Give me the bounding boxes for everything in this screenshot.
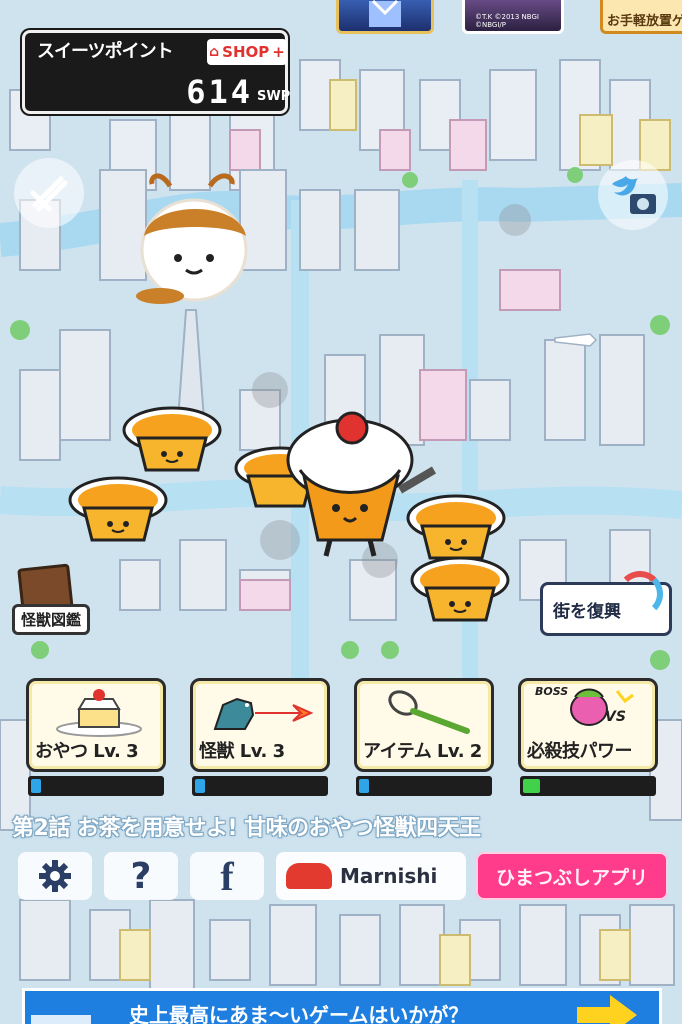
marnishi-logo-icon — [286, 863, 332, 889]
monster-progress-fill — [195, 779, 206, 793]
anime-promo-banner-1[interactable] — [336, 0, 434, 34]
twitter-share-button[interactable] — [598, 160, 668, 230]
help-button[interactable]: ? — [104, 852, 178, 900]
arrow-right-icon — [577, 995, 637, 1024]
facebook-icon: f — [220, 853, 234, 899]
rainbow-icon — [617, 571, 663, 617]
item-progress-bar — [356, 776, 492, 796]
sweets-point-unit: SWP — [257, 89, 291, 104]
himatsubushi-app-button[interactable]: ひまつぶしアプリ — [476, 852, 668, 900]
sweets-point-value: 614 — [186, 73, 253, 111]
monster-level-card[interactable]: 怪獣 Lv. 3 — [190, 678, 330, 772]
vs-tag: VS — [605, 709, 626, 725]
whisk-icon — [388, 690, 470, 734]
item-level-label: アイテム Lv. 2 — [363, 741, 482, 762]
gear-icon — [39, 860, 71, 892]
special-power-label: 必殺技パワー — [527, 741, 633, 762]
shop-label: SHOP — [222, 43, 270, 61]
copyright-text: ©T.K ©2013 NBGI ©NBGI/P — [475, 13, 539, 29]
rebuild-town-label: 街を復興 — [553, 602, 621, 622]
twitter-camera-icon — [612, 176, 656, 214]
snack-progress-fill — [31, 779, 42, 793]
ad-text: 史上最高にあま〜いゲームはいかが？ — [129, 1003, 469, 1024]
monster-encyclopedia-button[interactable]: 怪獣図鑑 — [12, 563, 106, 644]
anime-promo-banner-2[interactable]: ©T.K ©2013 NBGI ©NBGI/P — [462, 0, 564, 34]
facebook-button[interactable]: f — [190, 852, 264, 900]
sweets-point-panel: スイーツポイント ⌂ SHOP + 614 SWP — [22, 30, 291, 114]
ad-banner[interactable]: 史上最高にあま〜いゲームはいかが？ — [22, 988, 662, 1024]
cake-slice-icon — [56, 689, 142, 737]
snack-level-label: おやつ Lv. 3 — [35, 741, 139, 762]
shop-button[interactable]: ⌂ SHOP + — [207, 39, 287, 65]
snack-progress-bar — [28, 776, 164, 796]
episode-title: 第2話 お茶を用意せよ! 甘味のおやつ怪獣四天王 — [12, 816, 481, 841]
house-icon: ⌂ — [209, 44, 220, 60]
idle-game-promo-label: お手軽放置ゲ — [607, 14, 682, 29]
marnishi-label: Marnishi — [340, 864, 438, 888]
robot-hero-thumbnail — [369, 0, 401, 27]
question-mark-icon: ? — [130, 855, 152, 897]
sweets-point-title: スイーツポイント — [37, 41, 174, 62]
rebuild-town-button[interactable]: 街を復興 — [540, 571, 672, 636]
monster-encyclopedia-label: 怪獣図鑑 — [12, 604, 91, 635]
upgrade-panel: おやつ Lv. 3 怪獣 Lv. 3 アイテム Lv. 2 BOSS VS 必殺… — [26, 678, 660, 800]
monster-progress-bar — [192, 776, 328, 796]
special-power-progress-fill — [523, 779, 540, 793]
ad-thumbnail — [31, 1015, 91, 1024]
crossed-swords-icon — [30, 176, 68, 212]
special-power-progress-bar — [520, 776, 656, 796]
battle-button[interactable] — [14, 158, 84, 228]
boss-tag: BOSS — [535, 685, 569, 698]
bottom-button-row: ? f Marnishi ひまつぶしアプリ — [0, 852, 682, 904]
snack-level-card[interactable]: おやつ Lv. 3 — [26, 678, 166, 772]
idle-game-promo-banner[interactable]: お手軽放置ゲ — [600, 0, 682, 34]
settings-button[interactable] — [18, 852, 92, 900]
marnishi-button[interactable]: Marnishi — [276, 852, 466, 900]
item-level-card[interactable]: アイテム Lv. 2 — [354, 678, 494, 772]
monster-level-label: 怪獣 Lv. 3 — [199, 741, 285, 762]
item-progress-fill — [359, 779, 370, 793]
shop-plus: + — [272, 43, 285, 61]
godzilla-monster-icon — [213, 697, 314, 730]
special-power-card[interactable]: BOSS VS 必殺技パワー — [518, 678, 658, 772]
